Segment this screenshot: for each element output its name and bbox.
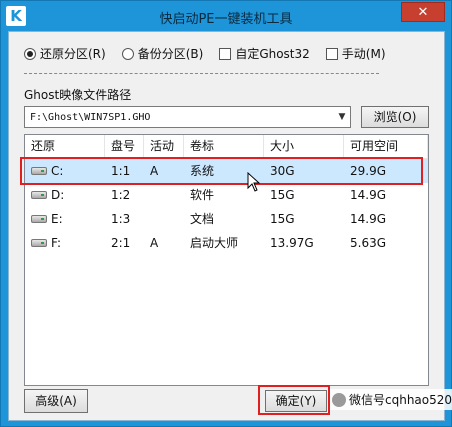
custom-ghost32-label: 自定Ghost32	[235, 47, 310, 61]
hard-drive-icon	[31, 214, 47, 223]
radio-unchecked-icon	[121, 47, 134, 60]
restore-partition-label: 还原分区(R)	[40, 47, 106, 61]
size-cell: 13.97G	[270, 236, 314, 250]
free-space-cell: 5.63G	[350, 236, 387, 250]
volume-label-cell: 文档	[190, 212, 215, 226]
checkbox-icon	[219, 47, 232, 60]
custom-ghost32-checkbox[interactable]: 自定Ghost32	[219, 45, 310, 62]
drive-letter: C:	[51, 164, 64, 178]
watermark-text: 微信号cqhhao520	[349, 393, 452, 407]
table-row[interactable]: F: 2:1 A 启动大师 13.97G 5.63G	[25, 231, 428, 255]
drive-cell: C:	[25, 159, 105, 183]
radio-checked-icon	[24, 47, 36, 60]
volume-label-cell: 启动大师	[190, 236, 239, 250]
title-bar[interactable]: K 快启动PE一键装机工具 ✕	[1, 1, 451, 31]
column-header-disk[interactable]: 盘号	[105, 135, 144, 159]
table-header: 还原 盘号 活动 卷标 大小 可用空间	[25, 135, 428, 159]
column-header-active[interactable]: 活动	[144, 135, 184, 159]
manual-checkbox[interactable]: 手动(M)	[325, 45, 386, 62]
disk-cell: 1:2	[111, 188, 131, 202]
close-button[interactable]: ✕	[401, 2, 445, 22]
mode-options: 还原分区(R) 备份分区(B) 自定Ghost32 手动(M)	[24, 45, 402, 62]
backup-partition-label: 备份分区(B)	[137, 47, 204, 61]
window-title: 快启动PE一键装机工具	[159, 12, 293, 27]
column-header-size[interactable]: 大小	[264, 135, 344, 159]
drive-cell: D:	[25, 183, 105, 207]
advanced-button[interactable]: 高级(A)	[24, 389, 88, 413]
dashed-separator	[24, 73, 379, 74]
active-cell: A	[150, 236, 159, 250]
backup-partition-radio[interactable]: 备份分区(B)	[121, 45, 204, 62]
browse-button[interactable]: 浏览(O)	[361, 106, 429, 128]
active-cell	[144, 183, 184, 207]
size-cell: 15G	[270, 212, 295, 226]
hard-drive-icon	[31, 238, 47, 247]
hard-drive-icon	[31, 166, 47, 175]
disk-cell: 2:1	[111, 236, 131, 250]
column-header-label[interactable]: 卷标	[184, 135, 264, 159]
drive-letter: E:	[51, 212, 63, 226]
ok-button-highlight	[258, 385, 330, 415]
column-header-free[interactable]: 可用空间	[344, 135, 428, 159]
chevron-down-icon[interactable]: ▼	[334, 107, 350, 127]
hard-drive-icon	[31, 190, 47, 199]
table-row[interactable]: D: 1:2 软件 15G 14.9G	[25, 183, 428, 207]
table-row[interactable]: C: 1:1 A 系统 30G 29.9G	[25, 159, 428, 183]
drive-letter: D:	[51, 188, 65, 202]
size-cell: 30G	[270, 164, 295, 178]
client-area: 还原分区(R) 备份分区(B) 自定Ghost32 手动(M) Ghost映像文…	[8, 31, 445, 421]
column-header-restore[interactable]: 还原	[25, 135, 105, 159]
watermark: 微信号cqhhao520	[330, 389, 452, 410]
active-cell: A	[150, 164, 159, 178]
restore-partition-radio[interactable]: 还原分区(R)	[24, 45, 106, 62]
checkbox-icon	[325, 47, 338, 60]
ghost-path-combo[interactable]: F:\Ghost\WIN7SP1.GHO ▼	[24, 106, 351, 128]
free-space-cell: 29.9G	[350, 164, 387, 178]
free-space-cell: 14.9G	[350, 212, 387, 226]
drive-cell: E:	[25, 207, 105, 231]
drive-cell: F:	[25, 231, 105, 255]
free-space-cell: 14.9G	[350, 188, 387, 202]
drive-letter: F:	[51, 236, 62, 250]
installer-window: K 快启动PE一键装机工具 ✕ 还原分区(R) 备份分区(B) 自定Ghost3…	[0, 0, 452, 427]
active-cell	[144, 207, 184, 231]
disk-cell: 1:1	[111, 164, 131, 178]
partition-table: 还原 盘号 活动 卷标 大小 可用空间 C: 1:1 A 系统 30G 29.9…	[24, 134, 429, 386]
size-cell: 15G	[270, 188, 295, 202]
manual-label: 手动(M)	[341, 47, 386, 61]
wechat-logo-icon	[332, 392, 346, 407]
mouse-cursor-icon	[247, 172, 261, 192]
ghost-path-label: Ghost映像文件路径	[24, 88, 132, 102]
table-row[interactable]: E: 1:3 文档 15G 14.9G	[25, 207, 428, 231]
disk-cell: 1:3	[111, 212, 131, 226]
ghost-path-value[interactable]: F:\Ghost\WIN7SP1.GHO	[25, 112, 334, 123]
